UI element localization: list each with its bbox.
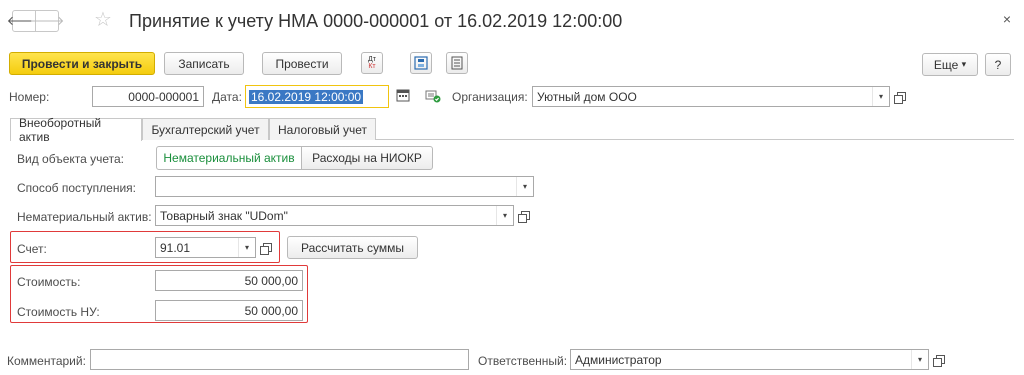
kt-label: Кт [368,63,376,70]
close-icon[interactable]: × [1003,11,1011,27]
post-and-close-button[interactable]: Провести и закрыть [9,52,155,75]
account-label: Счет: [17,242,47,256]
account-field[interactable]: 91.01 ▾ [155,237,256,258]
date-field[interactable]: 16.02.2019 12:00:00 [245,85,389,108]
more-label: Еще [933,57,959,72]
arrow-right-icon: 🡒 [29,13,65,28]
dt-label: Дт [368,56,376,63]
cost-label: Стоимость: [17,275,81,289]
cost-field[interactable]: 50 000,00 [155,270,303,291]
receipt-method-field[interactable]: ▾ [155,176,534,197]
chevron-down-icon[interactable]: ▾ [516,177,533,196]
organization-label: Организация: [452,90,528,104]
chevron-down-icon[interactable]: ▾ [238,238,255,257]
receipt-method-label: Способ поступления: [17,181,136,195]
organization-value: Уютный дом ООО [537,89,637,104]
structure-icon [414,56,428,70]
number-label: Номер: [9,90,50,104]
open-intangible-asset-icon[interactable] [517,207,533,223]
number-field[interactable]: 0000-000001 [92,86,204,107]
date-value: 16.02.2019 12:00:00 [249,89,364,104]
calendar-icon[interactable] [396,88,412,104]
responsible-field[interactable]: Администратор ▾ [570,349,929,370]
responsible-label: Ответственный: [478,354,568,368]
account-value: 91.01 [160,240,191,255]
dt-kt-icon: Дт Кт [368,56,376,70]
tab-tax[interactable]: Налоговый учет [269,118,376,140]
organization-field[interactable]: Уютный дом ООО ▾ [532,86,890,107]
tab-noncurrent-asset[interactable]: Внеоборотный актив [10,116,142,144]
intangible-asset-field[interactable]: Товарный знак "UDom" ▾ [155,205,514,226]
cost-tax-label: Стоимость НУ: [17,305,100,319]
intangible-asset-label: Нематериальный актив: [17,210,152,224]
more-button[interactable]: Еще ▾ [922,53,978,76]
object-type-rnd[interactable]: Расходы на НИОКР [301,146,433,170]
save-button[interactable]: Записать [164,52,244,75]
open-organization-icon[interactable] [893,88,909,104]
help-button[interactable]: ? [985,53,1011,76]
tab-accounting[interactable]: Бухгалтерский учет [142,118,269,140]
comment-field[interactable] [90,349,469,370]
intangible-asset-value: Товарный знак "UDom" [160,208,288,223]
post-button[interactable]: Провести [262,52,342,75]
date-label: Дата: [212,90,242,104]
structure-button[interactable] [410,52,432,74]
comment-label: Комментарий: [7,354,86,368]
report-button[interactable] [446,52,468,74]
chevron-down-icon[interactable]: ▾ [872,87,889,106]
favorite-star-icon[interactable]: ☆ [94,9,112,31]
calculate-sums-button[interactable]: Рассчитать суммы [287,236,418,259]
object-type-label: Вид объекта учета: [17,152,125,166]
approved-check-icon[interactable] [425,88,441,104]
cost-tax-field[interactable]: 50 000,00 [155,300,303,321]
report-list-icon [451,56,463,70]
object-type-intangible[interactable]: Нематериальный актив [156,146,302,170]
chevron-down-icon: ▾ [961,59,967,69]
open-responsible-icon[interactable] [932,351,948,367]
responsible-value: Администратор [575,352,662,367]
dt-kt-button[interactable]: Дт Кт [361,52,383,74]
chevron-down-icon[interactable]: ▾ [496,206,513,225]
window-title: Принятие к учету НМА 0000-000001 от 16.0… [129,11,623,31]
chevron-down-icon[interactable]: ▾ [911,350,928,369]
forward-button[interactable]: 🡒 [30,10,64,32]
open-account-icon[interactable] [259,239,275,255]
